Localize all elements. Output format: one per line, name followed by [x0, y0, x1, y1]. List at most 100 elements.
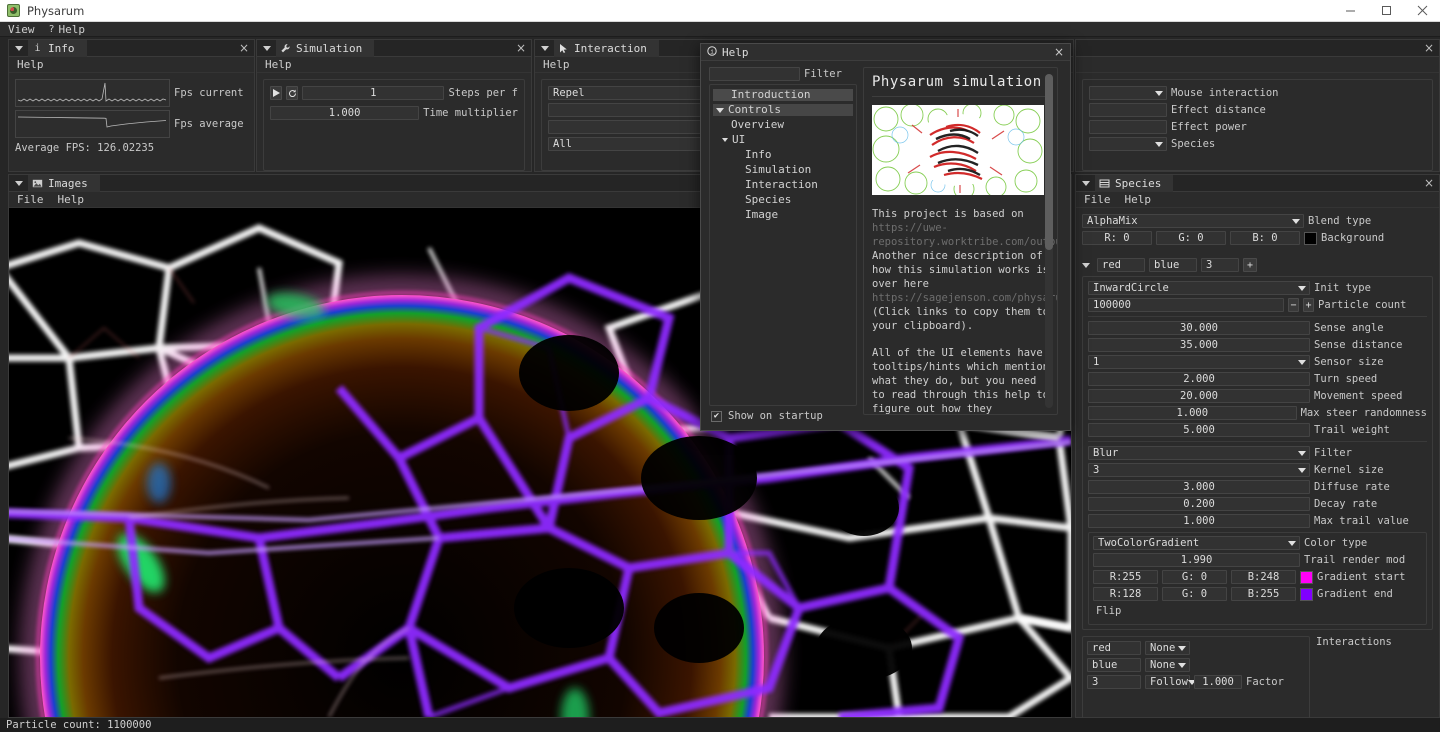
- help-dialog[interactable]: i Help × Filter Introduction Controls Ov…: [700, 43, 1071, 431]
- help-filter-input[interactable]: [709, 67, 800, 81]
- particle-count-input[interactable]: 100000: [1088, 298, 1284, 312]
- caret-down-icon[interactable]: [541, 45, 549, 51]
- movement-speed-input[interactable]: 20.000: [1088, 389, 1310, 403]
- interaction-name-3[interactable]: 3: [1087, 675, 1141, 689]
- species-tab-red[interactable]: red: [1097, 258, 1145, 272]
- caret-down-icon[interactable]: [1082, 180, 1090, 186]
- help-doc-scrollbar-thumb[interactable]: [1045, 74, 1053, 250]
- close-icon[interactable]: [1404, 0, 1440, 22]
- caret-down-icon[interactable]: [15, 45, 23, 51]
- simulation-menu-help[interactable]: Help: [265, 58, 292, 71]
- images-menu-file[interactable]: File: [17, 193, 44, 206]
- menu-view[interactable]: View: [8, 23, 35, 36]
- show-on-startup-row[interactable]: ✔ Show on startup: [711, 410, 823, 422]
- fps-average-row: Fps average: [15, 110, 248, 138]
- gradient-end-r-input[interactable]: R:128: [1093, 587, 1158, 601]
- simulation-close-button[interactable]: ×: [516, 41, 526, 56]
- gradient-end-g-input[interactable]: G: 0: [1162, 587, 1227, 601]
- tab-interaction[interactable]: Interaction: [554, 39, 659, 57]
- particle-count-increment-button[interactable]: +: [1303, 298, 1314, 312]
- species-menu-file[interactable]: File: [1084, 193, 1111, 206]
- kernel-size-combo[interactable]: 3: [1088, 463, 1310, 477]
- filter-combo[interactable]: Blur: [1088, 446, 1310, 460]
- gradient-start-b-input[interactable]: B:248: [1231, 570, 1296, 584]
- interaction-name-red[interactable]: red: [1087, 641, 1141, 655]
- tab-simulation[interactable]: Simulation: [276, 39, 375, 57]
- interaction-mode-red[interactable]: None: [1145, 641, 1190, 655]
- decay-rate-input[interactable]: 0.200: [1088, 497, 1310, 511]
- particle-count-label: Particle count: [1318, 299, 1407, 311]
- mouse-interaction-close-button[interactable]: ×: [1424, 41, 1434, 56]
- interaction-mode-3[interactable]: Follow: [1145, 675, 1196, 689]
- help-tree-item-introduction[interactable]: Introduction: [713, 89, 853, 101]
- help-tree-item-controls[interactable]: Controls: [713, 104, 853, 116]
- images-menu-help[interactable]: Help: [58, 193, 85, 206]
- help-tree-item-overview[interactable]: Overview: [713, 119, 853, 131]
- help-doc-link-1[interactable]: https://uwe-repository.worktribe.com/out…: [872, 222, 1057, 248]
- flip-button[interactable]: Flip: [1093, 604, 1124, 618]
- trail-render-mod-input[interactable]: 1.990: [1093, 553, 1300, 567]
- sensor-size-combo[interactable]: 1: [1088, 355, 1310, 369]
- steps-per-frame-input[interactable]: 1: [302, 86, 445, 100]
- background-b-input[interactable]: B: 0: [1230, 231, 1300, 245]
- gradient-start-color-swatch[interactable]: [1300, 570, 1313, 584]
- help-doc-link-2[interactable]: https://sagejenson.com/physarum: [872, 292, 1057, 304]
- reset-icon[interactable]: [286, 86, 299, 100]
- blend-type-combo[interactable]: AlphaMix: [1082, 214, 1304, 228]
- effect-distance-input[interactable]: [1089, 103, 1167, 117]
- help-doc-scrollbar-track[interactable]: [1045, 74, 1053, 408]
- species-tab-3[interactable]: 3: [1201, 258, 1239, 272]
- show-on-startup-checkbox[interactable]: ✔: [711, 410, 722, 422]
- caret-down-icon[interactable]: [1082, 262, 1090, 268]
- help-tree-item-ui[interactable]: UI: [713, 134, 853, 146]
- species-close-button[interactable]: ×: [1424, 176, 1434, 191]
- menu-help[interactable]: ? Help: [49, 23, 86, 36]
- turn-speed-input[interactable]: 2.000: [1088, 372, 1310, 386]
- time-multiplier-input[interactable]: 1.000: [270, 106, 420, 120]
- species-menu-help[interactable]: Help: [1125, 193, 1152, 206]
- help-tree-item-image[interactable]: Image: [713, 209, 853, 221]
- interaction-menu-help[interactable]: Help: [543, 58, 570, 71]
- add-species-button[interactable]: +: [1243, 258, 1257, 272]
- color-type-combo[interactable]: TwoColorGradient: [1093, 536, 1300, 550]
- interaction-factor-3-input[interactable]: 1.000: [1194, 675, 1242, 689]
- triangle-down-icon[interactable]: [722, 138, 728, 142]
- diffuse-rate-input[interactable]: 3.000: [1088, 480, 1310, 494]
- info-menu-help[interactable]: Help: [17, 58, 44, 71]
- max-steer-randomness-input[interactable]: 1.000: [1088, 406, 1297, 420]
- sense-angle-input[interactable]: 30.000: [1088, 321, 1310, 335]
- caret-down-icon[interactable]: [15, 180, 23, 186]
- minimize-icon[interactable]: [1332, 0, 1368, 22]
- trail-weight-input[interactable]: 5.000: [1088, 423, 1310, 437]
- info-close-button[interactable]: ×: [239, 41, 249, 56]
- tab-images[interactable]: Images: [28, 174, 100, 192]
- species-select-combo[interactable]: [1089, 137, 1167, 151]
- species-tab-blue[interactable]: blue: [1149, 258, 1197, 272]
- interaction-mode-blue[interactable]: None: [1145, 658, 1190, 672]
- tab-info[interactable]: i Info: [28, 39, 87, 57]
- gradient-end-color-swatch[interactable]: [1300, 587, 1313, 601]
- help-tree-item-info[interactable]: Info: [713, 149, 853, 161]
- sense-distance-input[interactable]: 35.000: [1088, 338, 1310, 352]
- gradient-start-g-input[interactable]: G: 0: [1162, 570, 1227, 584]
- help-tree-item-species[interactable]: Species: [713, 194, 853, 206]
- interaction-name-blue[interactable]: blue: [1087, 658, 1141, 672]
- maximize-icon[interactable]: [1368, 0, 1404, 22]
- help-dialog-close-button[interactable]: ×: [1054, 45, 1064, 59]
- background-r-input[interactable]: R: 0: [1082, 231, 1152, 245]
- background-g-input[interactable]: G: 0: [1156, 231, 1226, 245]
- max-trail-value-input[interactable]: 1.000: [1088, 514, 1310, 528]
- tab-species[interactable]: Species: [1095, 174, 1174, 192]
- caret-down-icon[interactable]: [263, 45, 271, 51]
- help-tree-item-simulation[interactable]: Simulation: [713, 164, 853, 176]
- background-color-swatch[interactable]: [1304, 231, 1317, 245]
- particle-count-decrement-button[interactable]: −: [1288, 298, 1299, 312]
- gradient-start-r-input[interactable]: R:255: [1093, 570, 1158, 584]
- init-type-combo[interactable]: InwardCircle: [1088, 281, 1310, 295]
- effect-power-input[interactable]: [1089, 120, 1167, 134]
- help-tree-item-interaction[interactable]: Interaction: [713, 179, 853, 191]
- mouse-interaction-combo[interactable]: [1089, 86, 1167, 100]
- gradient-end-b-input[interactable]: B:255: [1231, 587, 1296, 601]
- triangle-down-icon[interactable]: [716, 107, 724, 113]
- play-icon[interactable]: [270, 86, 283, 100]
